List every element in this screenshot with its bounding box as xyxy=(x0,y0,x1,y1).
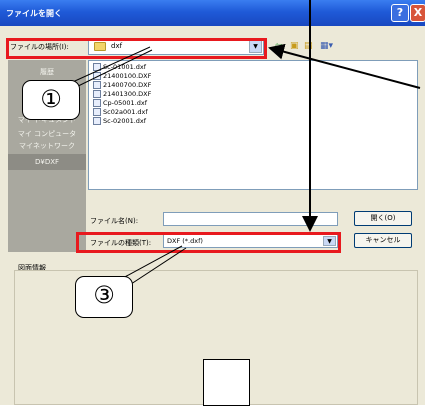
title-bar: ファイルを開く ? X xyxy=(0,0,425,26)
file-icon xyxy=(93,63,101,71)
file-name: Sc02a001.dxf xyxy=(103,108,148,116)
callout-look-in-highlight xyxy=(6,38,267,59)
file-name-label: ファイル名(N): xyxy=(90,217,139,225)
window-title: ファイルを開く xyxy=(6,9,62,18)
up-folder-icon[interactable]: ▣ xyxy=(290,40,299,52)
file-icon xyxy=(93,90,101,98)
file-name-input[interactable] xyxy=(163,212,338,226)
open-button[interactable]: 開く(O) xyxy=(354,211,412,226)
file-icon xyxy=(93,72,101,80)
list-item[interactable]: Sc02a001.dxf xyxy=(93,108,148,117)
file-name: 21401300.DXF xyxy=(103,90,152,98)
place-my-network[interactable]: マイネットワーク xyxy=(8,138,86,154)
file-icon xyxy=(93,99,101,107)
file-name: Sc-02001.dxf xyxy=(103,117,147,125)
place-history[interactable]: 履歴 xyxy=(8,64,86,80)
list-item[interactable]: 21400100.DXF xyxy=(93,72,151,81)
new-folder-icon[interactable]: ▤ xyxy=(304,40,313,52)
place-dxf-folder[interactable]: D¥DXF xyxy=(8,154,86,170)
file-name: 21400700.DXF xyxy=(103,81,152,89)
list-item[interactable]: 21401300.DXF xyxy=(93,90,151,99)
file-name: Cp-05001.dxf xyxy=(103,99,148,107)
file-icon xyxy=(93,108,101,116)
callout-file-type-highlight xyxy=(76,232,341,253)
list-item[interactable]: Cp-05001.dxf xyxy=(93,99,147,108)
file-icon xyxy=(93,81,101,89)
file-list[interactable]: Sc-01001.dxf 21400100.DXF 21400700.DXF 2… xyxy=(88,60,418,190)
annotation-blank-box xyxy=(203,359,250,406)
file-name: 21400100.DXF xyxy=(103,72,152,80)
help-button[interactable]: ? xyxy=(391,4,409,22)
file-icon xyxy=(93,117,101,125)
annotation-marker-1: ① xyxy=(22,80,80,120)
annotation-marker-3: ③ xyxy=(75,276,133,318)
list-item[interactable]: Sc-01001.dxf xyxy=(93,63,146,72)
cancel-button[interactable]: キャンセル xyxy=(354,233,412,248)
view-menu-icon[interactable]: ▦▾ xyxy=(320,40,333,52)
close-button[interactable]: X xyxy=(410,4,425,22)
list-item[interactable]: 21400700.DXF xyxy=(93,81,151,90)
back-arrow-icon[interactable]: ⇦ xyxy=(275,40,283,52)
file-name: Sc-01001.dxf xyxy=(103,63,147,71)
list-item[interactable]: Sc-02001.dxf xyxy=(93,117,146,126)
